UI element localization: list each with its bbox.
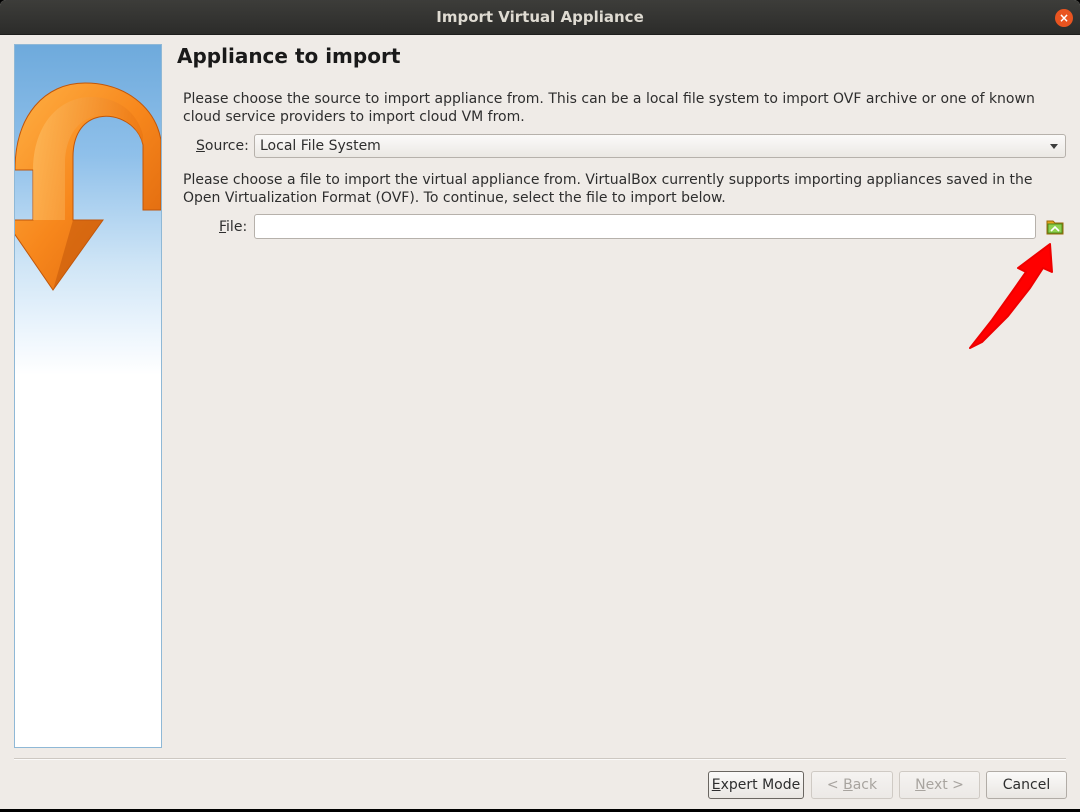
expert-mode-button[interactable]: Expert Mode bbox=[708, 771, 804, 799]
cancel-button[interactable]: Cancel bbox=[986, 771, 1067, 799]
next-button[interactable]: Next > bbox=[899, 771, 980, 799]
source-select[interactable]: Local File System bbox=[254, 134, 1066, 158]
title-bar[interactable]: Import Virtual Appliance × bbox=[0, 0, 1080, 35]
folder-open-icon[interactable] bbox=[1045, 218, 1065, 236]
source-selected-value: Local File System bbox=[260, 138, 381, 154]
back-button[interactable]: < Back bbox=[811, 771, 893, 799]
file-description: Please choose a file to import the virtu… bbox=[183, 172, 1033, 206]
source-description: Please choose the source to import appli… bbox=[183, 91, 1035, 125]
file-path-input[interactable] bbox=[254, 214, 1036, 239]
wizard-watermark bbox=[14, 44, 162, 748]
source-label: Source: bbox=[196, 138, 249, 154]
button-separator bbox=[14, 758, 1066, 760]
close-button[interactable]: × bbox=[1055, 9, 1073, 27]
import-arrow-logo bbox=[15, 82, 161, 291]
import-appliance-dialog: Import Virtual Appliance × Appliance to … bbox=[0, 0, 1080, 809]
page-title: Appliance to import bbox=[177, 44, 401, 68]
file-label: File: bbox=[219, 219, 248, 235]
chevron-down-icon bbox=[1050, 144, 1058, 149]
window-title: Import Virtual Appliance bbox=[436, 8, 644, 26]
